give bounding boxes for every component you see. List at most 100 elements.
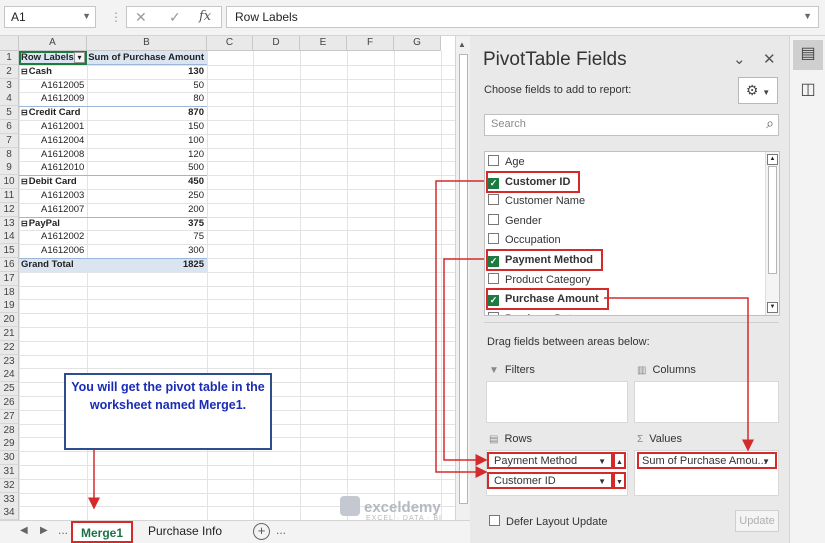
field-item-occupation[interactable]: Occupation — [488, 231, 561, 249]
checkbox-checked-icon[interactable]: ✓ — [488, 295, 499, 307]
collapse-icon[interactable]: ⊟ — [21, 219, 28, 228]
pivot-header-sum-purchase[interactable]: Sum of Purchase Amount — [87, 51, 207, 65]
more-sheets-left[interactable]: ... — [58, 523, 68, 537]
row-header[interactable]: 3 — [0, 78, 19, 93]
row-header[interactable]: 28 — [0, 423, 19, 438]
row-header[interactable]: 14 — [0, 230, 19, 245]
field-item-purchase-date[interactable]: Purchase Date — [488, 310, 578, 315]
pivot-row-value[interactable]: 375 — [87, 217, 207, 231]
rows-item-customer-id[interactable]: Customer ID ▼ — [487, 472, 613, 489]
checkbox-checked-icon[interactable]: ✓ — [488, 256, 499, 267]
formula-input[interactable]: Row Labels ▼ — [226, 6, 819, 28]
close-icon[interactable]: ✕ — [763, 50, 776, 68]
row-header[interactable]: 6 — [0, 120, 19, 134]
chevron-down-icon[interactable]: ▼ — [82, 11, 91, 21]
scrollbar-thumb[interactable] — [459, 54, 468, 504]
field-item-customer-name[interactable]: Customer Name — [488, 192, 585, 210]
row-header[interactable]: 7 — [0, 133, 19, 148]
values-item-sum-purchase-amount[interactable]: Sum of Purchase Amou... ▼ — [637, 452, 777, 469]
collapse-icon[interactable]: ⊟ — [21, 67, 28, 76]
row-header[interactable]: 4 — [0, 92, 19, 107]
chevron-down-icon[interactable]: ▼ — [762, 454, 770, 469]
column-header-e[interactable]: E — [300, 36, 347, 51]
pivot-row-value[interactable]: 150 — [87, 120, 207, 134]
row-header[interactable]: 31 — [0, 465, 19, 479]
checkbox-icon[interactable] — [488, 213, 499, 225]
pivot-row-value[interactable]: 300 — [87, 244, 207, 258]
collapse-icon[interactable]: ⊟ — [21, 177, 28, 186]
scroll-up-icon[interactable]: ▲ — [767, 154, 778, 165]
insert-function-icon[interactable]: fx — [199, 9, 211, 24]
pivot-row-value[interactable]: 130 — [87, 65, 207, 79]
pivot-row-value[interactable]: 120 — [87, 148, 207, 162]
layout-panel-icon[interactable]: ◫ — [793, 76, 823, 106]
row-header[interactable]: 30 — [0, 451, 19, 466]
pivot-row-value[interactable]: 80 — [87, 92, 207, 106]
column-header-f[interactable]: F — [347, 36, 394, 51]
scroll-up-icon[interactable]: ▲ — [458, 40, 466, 49]
expand-formula-icon[interactable]: ▼ — [803, 11, 812, 21]
pivot-row-value[interactable]: 100 — [87, 134, 207, 148]
row-header[interactable]: 8 — [0, 147, 19, 162]
scroll-down-icon[interactable]: ▼ — [767, 302, 778, 313]
field-item-purchase-amount[interactable]: ✓ Purchase Amount — [486, 288, 609, 311]
chevron-down-icon[interactable]: ▼ — [598, 474, 606, 489]
row-header[interactable]: 18 — [0, 285, 19, 300]
more-sheets-right[interactable]: ... — [276, 523, 286, 537]
filter-dropdown-icon[interactable]: ▾ — [74, 52, 85, 63]
column-header-g[interactable]: G — [394, 36, 441, 51]
field-list-scroll-thumb[interactable] — [768, 166, 777, 274]
field-item-age[interactable]: Age — [488, 153, 525, 171]
tools-gear-button[interactable]: ⚙ ▼ — [738, 77, 778, 104]
row-header[interactable]: 15 — [0, 244, 19, 259]
row-header[interactable]: 23 — [0, 354, 19, 369]
column-header-b[interactable]: B — [87, 36, 207, 51]
column-header-d[interactable]: D — [253, 36, 300, 51]
add-sheet-button[interactable]: + — [253, 523, 270, 540]
pivot-row-value[interactable]: 75 — [87, 230, 207, 244]
row-header[interactable]: 32 — [0, 478, 19, 493]
row-header[interactable]: 26 — [0, 396, 19, 410]
row-header[interactable]: 5 — [0, 106, 19, 121]
row-header[interactable]: 10 — [0, 175, 19, 190]
row-header[interactable]: 29 — [0, 437, 19, 452]
field-item-customer-id[interactable]: ✓ Customer ID — [485, 170, 581, 193]
defer-checkbox[interactable] — [489, 515, 500, 526]
select-all-corner[interactable] — [0, 36, 19, 51]
row-header[interactable]: 19 — [0, 299, 19, 314]
row-header[interactable]: 20 — [0, 313, 19, 328]
pivot-row-value[interactable]: 50 — [87, 79, 207, 93]
grand-total-value[interactable]: 1825 — [87, 258, 207, 272]
prev-sheet-icon[interactable]: ◀ — [20, 525, 28, 536]
checkbox-checked-icon[interactable]: ✓ — [488, 177, 499, 189]
update-button[interactable]: Update — [735, 510, 779, 532]
row-header[interactable]: 16 — [0, 258, 19, 272]
field-search-input[interactable]: Search ⌕ — [484, 114, 779, 136]
row-header[interactable]: 33 — [0, 492, 19, 507]
field-list-scrollbar[interactable]: ▲ ▼ — [765, 152, 779, 315]
field-item-product-category[interactable]: Product Category — [488, 271, 591, 289]
pivot-row-value[interactable]: 450 — [87, 175, 207, 189]
pivot-row-value[interactable]: 250 — [87, 189, 207, 203]
row-header[interactable]: 12 — [0, 202, 19, 217]
sheet-tab-purchase-info[interactable]: Purchase Info — [140, 521, 230, 543]
defer-layout-update[interactable]: Defer Layout Update — [489, 515, 608, 528]
chevron-down-icon[interactable]: ▼ — [598, 454, 606, 469]
cancel-icon[interactable]: ✕ — [135, 9, 147, 26]
column-header-c[interactable]: C — [207, 36, 253, 51]
row-header[interactable]: 11 — [0, 189, 19, 203]
move-down-icon[interactable]: ▼ — [613, 472, 626, 489]
row-header[interactable]: 34 — [0, 506, 19, 520]
filters-drop-area[interactable] — [486, 381, 628, 423]
field-item-payment-method[interactable]: ✓ Payment Method — [485, 249, 604, 271]
pivot-row-value[interactable]: 870 — [87, 106, 207, 120]
checkbox-icon[interactable] — [488, 194, 499, 206]
move-up-icon[interactable]: ▲ — [613, 452, 626, 469]
collapse-icon[interactable]: ⊟ — [21, 108, 28, 117]
field-item-gender[interactable]: Gender — [488, 212, 542, 230]
row-header[interactable]: 1 — [0, 51, 19, 65]
checkbox-icon[interactable] — [488, 155, 499, 166]
checkbox-icon[interactable] — [488, 311, 499, 315]
enter-icon[interactable]: ✓ — [169, 9, 181, 26]
sheet-tab-merge1[interactable]: Merge1 — [71, 521, 134, 543]
